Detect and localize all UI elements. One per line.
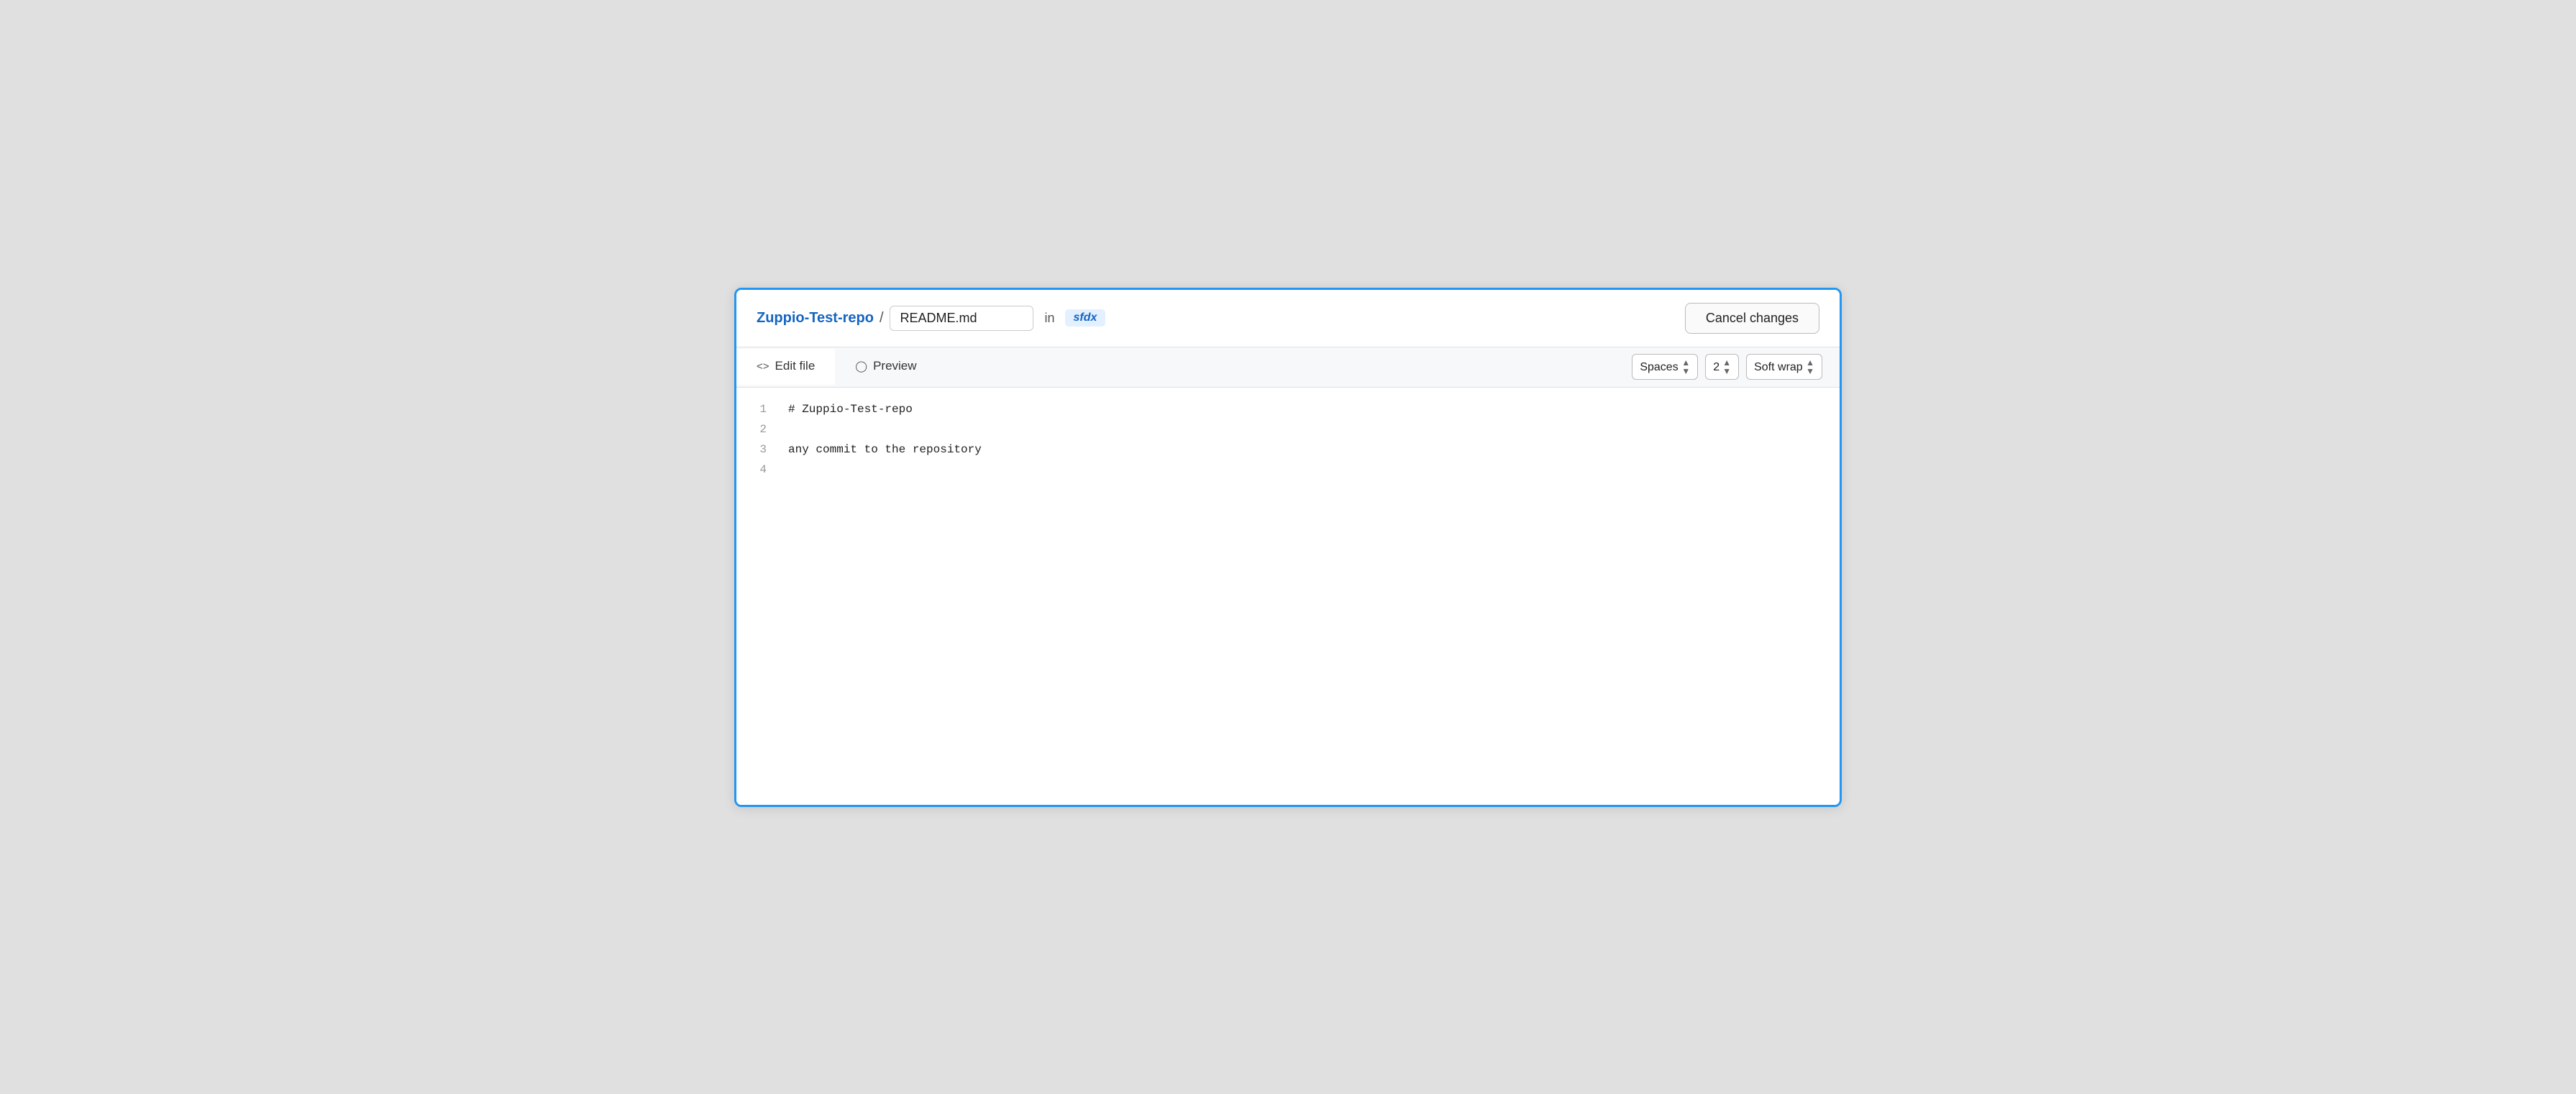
indent-select-control[interactable]: 2 4 8 ▲▼ <box>1705 354 1739 380</box>
line-number-2: 2 <box>736 419 780 439</box>
edit-file-tab[interactable]: <> Edit file <box>736 349 835 385</box>
branch-badge: sfdx <box>1065 309 1106 327</box>
wrap-select[interactable]: Soft wrap No wrap <box>1754 361 1803 373</box>
wrap-arrows-icon: ▲▼ <box>1806 358 1814 375</box>
line-number-1: 1 <box>736 399 780 419</box>
filename-input[interactable] <box>890 306 1033 331</box>
header-bar: Zuppio-Test-repo / in sfdx Cancel change… <box>736 290 1840 347</box>
preview-label: Preview <box>873 359 916 373</box>
line-number-3: 3 <box>736 439 780 460</box>
indent-select[interactable]: 2 4 8 <box>1713 361 1719 373</box>
edit-file-label: Edit file <box>775 359 816 373</box>
code-editor[interactable]: # Zuppio-Test-repo any commit to the rep… <box>780 388 1840 805</box>
toolbar-right: Spaces Tabs ▲▼ 2 4 8 ▲▼ Soft <box>1632 354 1840 380</box>
preview-tab[interactable]: ◯ Preview <box>835 349 936 385</box>
indent-arrows-icon: ▲▼ <box>1722 358 1731 375</box>
breadcrumb-separator: / <box>880 310 884 327</box>
cancel-changes-button[interactable]: Cancel changes <box>1685 303 1819 334</box>
in-label: in <box>1045 311 1055 326</box>
breadcrumb: Zuppio-Test-repo / in sfdx <box>757 306 1685 331</box>
wrap-select-control[interactable]: Soft wrap No wrap ▲▼ <box>1746 354 1822 380</box>
spaces-select-control[interactable]: Spaces Tabs ▲▼ <box>1632 354 1698 380</box>
edit-file-icon: <> <box>757 360 769 373</box>
line-numbers: 1 2 3 4 <box>736 388 780 805</box>
editor-window: Zuppio-Test-repo / in sfdx Cancel change… <box>734 288 1842 807</box>
line-number-4: 4 <box>736 460 780 480</box>
spaces-select[interactable]: Spaces Tabs <box>1640 361 1678 373</box>
spaces-arrows-icon: ▲▼ <box>1681 358 1690 375</box>
preview-icon: ◯ <box>855 360 867 373</box>
editor-area: 1 2 3 4 # Zuppio-Test-repo any commit to… <box>736 388 1840 805</box>
repo-link[interactable]: Zuppio-Test-repo <box>757 310 874 327</box>
editor-toolbar: <> Edit file ◯ Preview Spaces Tabs ▲▼ 2 … <box>736 347 1840 388</box>
